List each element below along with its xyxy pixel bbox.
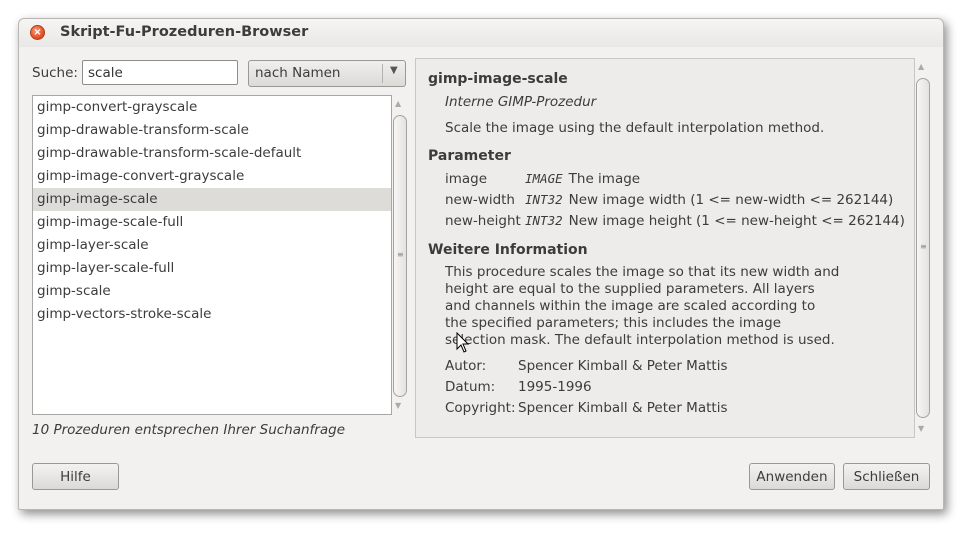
- search-mode-value: nach Namen: [255, 65, 341, 81]
- titlebar[interactable]: × Skript-Fu-Prozeduren-Browser: [19, 19, 943, 47]
- grip-icon: ≡: [397, 250, 404, 259]
- window-title: Skript-Fu-Prozeduren-Browser: [60, 24, 309, 40]
- list-item[interactable]: gimp-scale: [33, 280, 391, 303]
- search-label: Suche:: [32, 65, 78, 81]
- procedure-info-pane: gimp-image-scale Interne GIMP-Prozedur S…: [415, 58, 915, 438]
- help-button[interactable]: Hilfe: [32, 463, 119, 490]
- copyright-label: Copyright:: [445, 400, 516, 416]
- help-text: This procedure scales the image so that …: [445, 264, 845, 349]
- scroll-down-icon[interactable]: ▼: [395, 401, 401, 410]
- search-result-count: 10 Prozeduren entsprechen Ihrer Suchanfr…: [32, 422, 346, 438]
- procedure-kind: Interne GIMP-Prozedur: [445, 94, 597, 110]
- date-value: 1995-1996: [518, 379, 592, 395]
- procedure-browser-window: × Skript-Fu-Prozeduren-Browser Suche: na…: [18, 18, 944, 510]
- combo-separator: [382, 64, 383, 83]
- scrollbar-thumb[interactable]: ≡: [393, 115, 407, 397]
- date-label: Datum:: [445, 379, 496, 395]
- scroll-up-icon[interactable]: ▲: [918, 62, 924, 71]
- param-desc: The image: [568, 171, 641, 187]
- param-row: image IMAGE The image: [445, 171, 640, 187]
- search-input[interactable]: [82, 60, 238, 85]
- date-row: Datum: 1995-1996: [445, 379, 592, 395]
- procedure-blurb: Scale the image using the default interp…: [445, 120, 825, 136]
- list-item[interactable]: gimp-drawable-transform-scale-default: [33, 142, 391, 165]
- param-name: new-height: [445, 213, 521, 229]
- copyright-value: Spencer Kimball & Peter Mattis: [518, 400, 728, 416]
- param-row: new-height INT32 New image height (1 <= ne…: [445, 213, 905, 229]
- list-item[interactable]: gimp-vectors-stroke-scale: [33, 303, 391, 326]
- list-item[interactable]: gimp-layer-scale: [33, 234, 391, 257]
- help-line: This procedure scales the image so that …: [445, 264, 840, 280]
- param-desc: New image width (1 <= new-width <= 26214…: [568, 192, 894, 208]
- help-line: the specified parameters; this includes …: [445, 315, 781, 331]
- procedure-list-scrollbar[interactable]: ▲ ≡ ▼: [393, 97, 407, 415]
- search-mode-combobox[interactable]: nach Namen ▼: [248, 60, 406, 87]
- scroll-down-icon[interactable]: ▼: [918, 424, 924, 433]
- list-item[interactable]: gimp-image-scale: [33, 188, 391, 211]
- author-label: Autor:: [445, 358, 487, 374]
- list-item[interactable]: gimp-convert-grayscale: [33, 96, 391, 119]
- info-pane-scrollbar[interactable]: ▲ ≡ ▼: [916, 60, 930, 436]
- scroll-up-icon[interactable]: ▲: [395, 99, 401, 108]
- param-row: new-width INT32 New image width (1 <= new-…: [445, 192, 893, 208]
- parameter-heading: Parameter: [428, 148, 511, 164]
- list-item[interactable]: gimp-drawable-transform-scale: [33, 119, 391, 142]
- scrollbar-thumb[interactable]: ≡: [916, 78, 930, 418]
- procedure-name: gimp-image-scale: [428, 71, 568, 87]
- list-item[interactable]: gimp-image-convert-grayscale: [33, 165, 391, 188]
- author-row: Autor: Spencer Kimball & Peter Mattis: [445, 358, 727, 374]
- close-button[interactable]: Schließen: [843, 463, 930, 490]
- chevron-down-icon: ▼: [390, 65, 398, 76]
- copyright-row: Copyright: Spencer Kimball & Peter Mattis: [445, 400, 727, 416]
- param-type: INT32: [525, 213, 563, 228]
- param-name: new-width: [445, 192, 515, 208]
- help-line: height are equal to the supplied paramet…: [445, 281, 815, 297]
- param-type: INT32: [525, 192, 563, 207]
- param-name: image: [445, 171, 488, 187]
- more-info-heading: Weitere Information: [428, 242, 588, 258]
- mouse-pointer-icon: [456, 332, 470, 353]
- param-type: IMAGE: [525, 171, 563, 186]
- param-desc: New image height (1 <= new-height <= 262…: [568, 213, 905, 229]
- procedure-items: gimp-convert-grayscale gimp-drawable-tra…: [33, 96, 391, 326]
- list-item[interactable]: gimp-layer-scale-full: [33, 257, 391, 280]
- help-line: and channels within the image are scaled…: [445, 298, 816, 314]
- help-line: selection mask. The default interpolatio…: [445, 332, 835, 348]
- grip-icon: ≡: [920, 242, 927, 251]
- close-window-icon[interactable]: ×: [30, 25, 45, 40]
- apply-button[interactable]: Anwenden: [749, 463, 835, 490]
- list-item[interactable]: gimp-image-scale-full: [33, 211, 391, 234]
- procedure-list[interactable]: gimp-convert-grayscale gimp-drawable-tra…: [32, 95, 392, 415]
- author-value: Spencer Kimball & Peter Mattis: [518, 358, 728, 374]
